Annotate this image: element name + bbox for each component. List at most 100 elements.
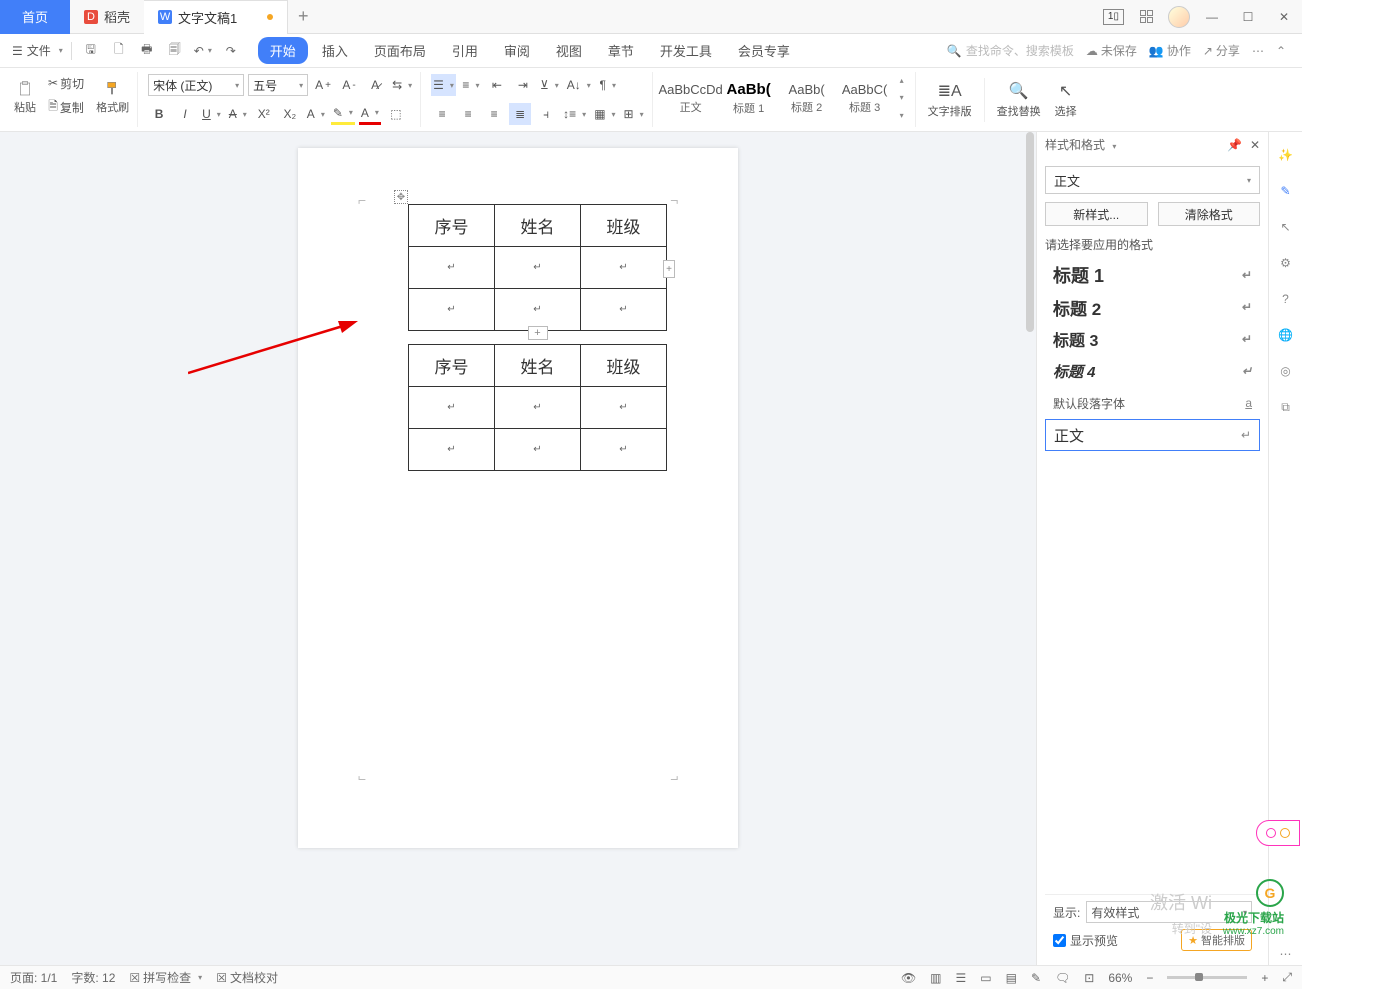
table-cell[interactable]: ↵: [409, 429, 495, 471]
increase-indent-button[interactable]: ⇥: [512, 74, 534, 96]
user-avatar[interactable]: [1168, 6, 1190, 28]
align-center-button[interactable]: ≡: [457, 103, 479, 125]
floating-assist-pill[interactable]: [1256, 820, 1300, 846]
copy-button[interactable]: 🗎 复制: [46, 96, 86, 118]
status-comment-icon[interactable]: 🗨: [1055, 971, 1070, 985]
collapse-ribbon-button[interactable]: ⌃: [1276, 44, 1286, 58]
table-cell[interactable]: 班级: [581, 205, 667, 247]
table-cell[interactable]: ↵: [409, 387, 495, 429]
canvas-area[interactable]: ⌐ ⌐ ⌐ ⌐ ✥ 序号姓名班级 ↵↵↵ ↵↵↵ + +: [0, 132, 1036, 965]
vertical-scrollbar[interactable]: [1022, 132, 1036, 965]
text-effects-button[interactable]: A▾: [305, 103, 327, 125]
table-cell[interactable]: ↵: [495, 387, 581, 429]
status-view-web-icon[interactable]: ▤: [1006, 971, 1017, 985]
redo-button[interactable]: ↷: [220, 40, 242, 62]
file-menu[interactable]: ☰ 文件 ▾: [6, 42, 69, 59]
layout-badge[interactable]: 1▯: [1103, 9, 1124, 25]
print-preview-button[interactable]: 🗐: [164, 40, 186, 62]
ribbon-tab-view[interactable]: 视图: [544, 37, 594, 64]
tab-document[interactable]: W 文字文稿1: [144, 0, 288, 34]
tab-settings-button[interactable]: ⊻▾: [538, 74, 561, 96]
table-cell[interactable]: ↵: [581, 289, 667, 331]
line-spacing-button[interactable]: ↕≡▾: [561, 103, 588, 125]
subscript-button[interactable]: X₂: [279, 103, 301, 125]
style-h1[interactable]: AaBb(标题 1: [721, 72, 777, 124]
ribbon-tab-devtools[interactable]: 开发工具: [648, 37, 724, 64]
zoom-in-button[interactable]: +: [1261, 971, 1268, 985]
text-layout-button[interactable]: ≣A文字排版: [926, 74, 974, 126]
table-move-handle-icon[interactable]: ✥: [394, 190, 408, 204]
status-fit-icon[interactable]: ⊡: [1084, 971, 1094, 985]
rail-select-icon[interactable]: ↖: [1275, 216, 1297, 238]
table-cell[interactable]: 班级: [581, 345, 667, 387]
unsaved-button[interactable]: ☁ 未保存: [1086, 42, 1137, 59]
decrease-font-button[interactable]: A-: [338, 74, 360, 96]
style-row-default-font[interactable]: 默认段落字体a: [1045, 387, 1260, 419]
sort-button[interactable]: A↓▾: [565, 74, 593, 96]
collab-button[interactable]: 👥 协作: [1149, 42, 1191, 59]
table-cell[interactable]: 序号: [409, 345, 495, 387]
table-cell[interactable]: 姓名: [495, 345, 581, 387]
table-add-row-button[interactable]: +: [528, 326, 548, 340]
cut-button[interactable]: ✂ 剪切: [46, 72, 86, 94]
decrease-indent-button[interactable]: ⇤: [486, 74, 508, 96]
borders-button[interactable]: ⊞▾: [622, 103, 646, 125]
ribbon-tab-insert[interactable]: 插入: [310, 37, 360, 64]
status-page[interactable]: 页面: 1/1: [10, 969, 57, 986]
select-button[interactable]: ↖选择: [1053, 74, 1079, 126]
font-size-combo[interactable]: 五号▾: [248, 74, 308, 96]
clear-format-button[interactable]: 清除格式: [1158, 202, 1261, 226]
ribbon-tab-start[interactable]: 开始: [258, 37, 308, 64]
style-row-h4[interactable]: 标题 4↵: [1045, 355, 1260, 387]
style-row-h3[interactable]: 标题 3↵: [1045, 323, 1260, 355]
status-fullscreen-icon[interactable]: ⤢: [1282, 970, 1292, 985]
style-row-normal[interactable]: 正文↵: [1045, 419, 1260, 451]
rail-help-icon[interactable]: ?: [1275, 288, 1297, 310]
apps-grid-icon[interactable]: [1132, 3, 1160, 31]
show-marks-button[interactable]: ¶▾: [597, 74, 619, 96]
more-menu[interactable]: ⋯: [1252, 44, 1264, 58]
style-h3[interactable]: AaBbC(标题 3: [837, 72, 893, 124]
change-case-button[interactable]: ⇆▾: [390, 74, 414, 96]
window-close-button[interactable]: ✕: [1270, 3, 1298, 31]
table-1[interactable]: ✥ 序号姓名班级 ↵↵↵ ↵↵↵ + +: [408, 204, 667, 331]
ribbon-tab-pagelayout[interactable]: 页面布局: [362, 37, 438, 64]
distribute-button[interactable]: ⫞: [535, 103, 557, 125]
table-cell[interactable]: 序号: [409, 205, 495, 247]
underline-button[interactable]: U▾: [200, 103, 223, 125]
paste-button[interactable]: 粘贴: [12, 72, 38, 124]
ribbon-tab-member[interactable]: 会员专享: [726, 37, 802, 64]
superscript-button[interactable]: X²: [253, 103, 275, 125]
style-gallery-more[interactable]: ▴▾▾: [895, 72, 909, 124]
font-name-combo[interactable]: 宋体 (正文)▾: [148, 74, 244, 96]
share-button[interactable]: ↗ 分享: [1203, 42, 1240, 59]
highlight-button[interactable]: ✎▾: [331, 103, 355, 125]
save-button[interactable]: 🖫: [80, 40, 102, 62]
bold-button[interactable]: B: [148, 103, 170, 125]
table-cell[interactable]: ↵: [409, 247, 495, 289]
command-search[interactable]: 🔍 查找命令、搜索模板: [947, 42, 1074, 59]
increase-font-button[interactable]: A+: [312, 74, 334, 96]
status-zoom-value[interactable]: 66%: [1108, 971, 1132, 985]
status-proofread[interactable]: ☒ 文档校对: [216, 969, 278, 986]
status-view-read-icon[interactable]: ▭: [980, 971, 991, 985]
status-eye-icon[interactable]: 👁: [901, 971, 916, 985]
style-normal[interactable]: AaBbCcDd正文: [663, 72, 719, 124]
save-as-button[interactable]: 🗋: [108, 40, 130, 62]
zoom-slider[interactable]: [1167, 976, 1247, 979]
new-style-button[interactable]: 新样式...: [1045, 202, 1148, 226]
italic-button[interactable]: I: [174, 103, 196, 125]
style-h2[interactable]: AaBb(标题 2: [779, 72, 835, 124]
window-minimize-button[interactable]: —: [1198, 3, 1226, 31]
rail-screenshot-icon[interactable]: ⧉: [1275, 396, 1297, 418]
style-row-h1[interactable]: 标题 1↵: [1045, 259, 1260, 291]
rail-settings-icon[interactable]: ⚙: [1275, 252, 1297, 274]
table-cell[interactable]: ↵: [581, 429, 667, 471]
ribbon-tab-reference[interactable]: 引用: [440, 37, 490, 64]
shading-button[interactable]: ▦▾: [592, 103, 617, 125]
ribbon-tab-review[interactable]: 审阅: [492, 37, 542, 64]
ribbon-tab-section[interactable]: 章节: [596, 37, 646, 64]
table-cell[interactable]: ↵: [495, 247, 581, 289]
rail-ai-icon[interactable]: ✨: [1275, 144, 1297, 166]
rail-more-icon[interactable]: ⋯: [1275, 943, 1297, 965]
